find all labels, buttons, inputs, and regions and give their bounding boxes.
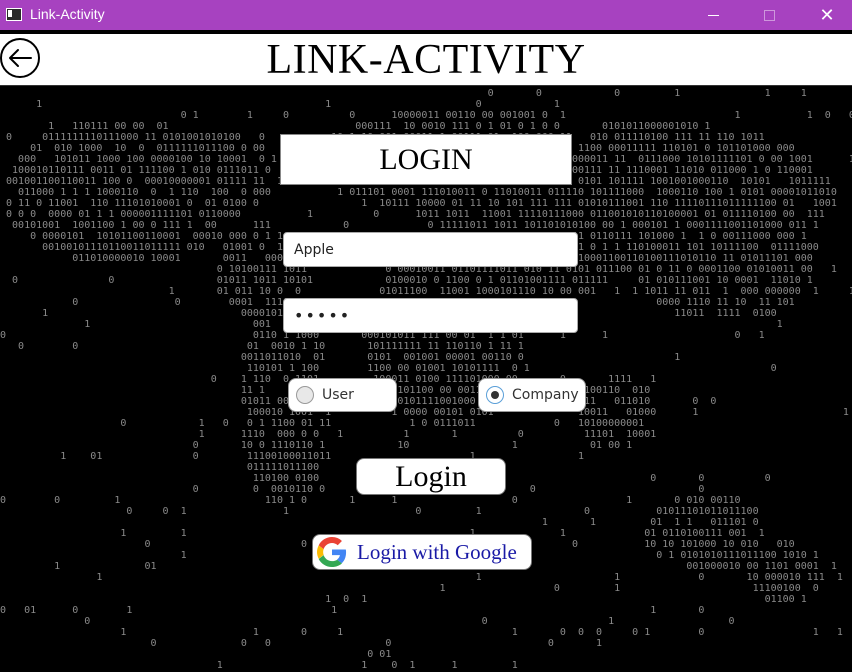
maximize-icon — [763, 9, 775, 21]
maximize-button[interactable] — [746, 0, 792, 30]
window-title: Link-Activity — [30, 6, 105, 22]
google-login-button[interactable]: Login with Google — [312, 534, 532, 570]
svg-text:0 0 1 1: 0 0 1 1 0 1 0 01011101011011100 — [0, 506, 852, 517]
login-heading: LOGIN — [280, 134, 572, 185]
password-input[interactable] — [283, 298, 578, 333]
svg-text:100010 1001 1 1 0000: 100010 1001 1 1 0000 00101 0101 10011 01… — [0, 407, 852, 418]
close-icon: ✕ — [819, 4, 835, 26]
svg-text:1 1: 1 1 0 1 1 0 0 0 0 1 0 1 1 — [0, 627, 852, 638]
app-icon — [6, 8, 22, 21]
login-button[interactable]: Login — [356, 458, 506, 495]
minimize-icon — [707, 14, 719, 16]
svg-text:1 0 1: 1 0 1 01100 1 — [0, 594, 852, 605]
radio-company[interactable]: Company — [478, 378, 586, 412]
radio-user[interactable]: User — [288, 378, 397, 412]
radio-company-label: Company — [512, 387, 579, 403]
close-button[interactable]: ✕ — [804, 0, 850, 30]
svg-text:1: 1 1 0 1 — [0, 99, 852, 110]
svg-text:0 10 0 1110110 1: 0 10 0 1110110 1 10 1 01 00 1 — [0, 440, 852, 451]
radio-button-selected[interactable] — [486, 386, 504, 404]
svg-text:1 110111 00 00 01: 1 110111 00 00 01 000111 10 0010 111 0 1… — [0, 121, 852, 132]
svg-text:11 1 1 10 10111011: 11 1 1 10 1011101100 00 001111000 100110… — [0, 385, 852, 396]
google-login-label: Login with Google — [357, 539, 517, 564]
username-input[interactable] — [283, 232, 578, 267]
svg-text:01011 0001011 0 000101: 01011 0001011 0 000101111001000 010 011 … — [0, 396, 852, 407]
radio-button-unselected[interactable] — [296, 386, 314, 404]
svg-text:1 1110 000 0 0 1: 1 1110 000 0 0 1 1 1 0 11101 10001 — [0, 429, 852, 440]
window-titlebar: Link-Activity ✕ — [0, 0, 852, 30]
google-g-icon — [317, 537, 347, 567]
svg-text:0 1 110 0 1101 100: 0 1 110 0 1101 100011 0100 111101000 00 … — [0, 374, 852, 385]
svg-text:0011011010 01 0101 001: 0011011010 01 0101 001001 00001 00110 0 … — [0, 352, 852, 363]
svg-text:0 01: 0 01 — [0, 649, 852, 660]
page-title: LINK-ACTIVITY — [266, 37, 586, 83]
svg-text:00101001 1001100 1 00 0 111 1: 00101001 1001100 1 00 0 111 1 00 111 0 0… — [0, 220, 852, 231]
radio-user-label: User — [322, 387, 354, 403]
svg-text:0 0 0 0000 01 1 1 00000111110: 0 0 0 0000 01 1 1 000001111101 0110000 1… — [0, 209, 852, 220]
svg-text:011000 1 1 1 1000110 0 1 110: 011000 1 1 1 1000110 0 1 110 100 0 000 1… — [0, 187, 852, 198]
page-header: LINK-ACTIVITY — [0, 34, 852, 86]
svg-text:1 0 1: 1 0 1 11100100 0 — [0, 583, 852, 594]
svg-text:110101 1 100 1100 00 01: 110101 1 100 1100 00 01001 10101111 0 1 … — [0, 363, 852, 374]
svg-text:0 0 0: 0 0 0 1 1 1 — [0, 88, 852, 99]
minimize-button[interactable] — [690, 0, 736, 30]
svg-text:0 0 1: 0 0 1 110 1 0 1 1 0 1 0 010 00110 — [0, 495, 852, 506]
svg-text:0 0: 0 0 01 0010 1 10 101111111 11 110110 1 1… — [0, 341, 852, 352]
svg-text:0 0: 0 0 01011 1011 10101 0100010 0 1100 0 1 … — [0, 275, 852, 286]
svg-text:0 01 0 1: 0 01 0 1 1 1 0 — [0, 605, 852, 616]
svg-text:0 0 0: 0 0 0 0 0 1 — [0, 638, 852, 649]
svg-text:1 01 011 10 0 0: 1 01 011 10 0 0 01011100 11001 100010111… — [0, 286, 852, 297]
svg-text:0 1 1 0 0: 0 1 1 0 0 10000011 00110 00 001001 0 1 1… — [0, 110, 852, 121]
svg-text:0 1 0 0 1 1100: 0 1 0 0 1 1100 01 11 1 0 0111011 0 10100… — [0, 418, 852, 429]
svg-text:1 1 01 1 1 01: 1 1 01 1 1 011101 0 — [0, 517, 852, 528]
svg-text:1 1 0: 1 1 0 1 1 1 — [0, 660, 852, 671]
svg-text:1: 1 1 1 0 10 000010 111 1 — [0, 572, 852, 583]
svg-text:0 11 0 11001 110 11101010001: 0 11 0 11001 110 11101010001 0 01 0100 0… — [0, 198, 852, 209]
svg-text:0: 0 0 1 0 — [0, 616, 852, 627]
